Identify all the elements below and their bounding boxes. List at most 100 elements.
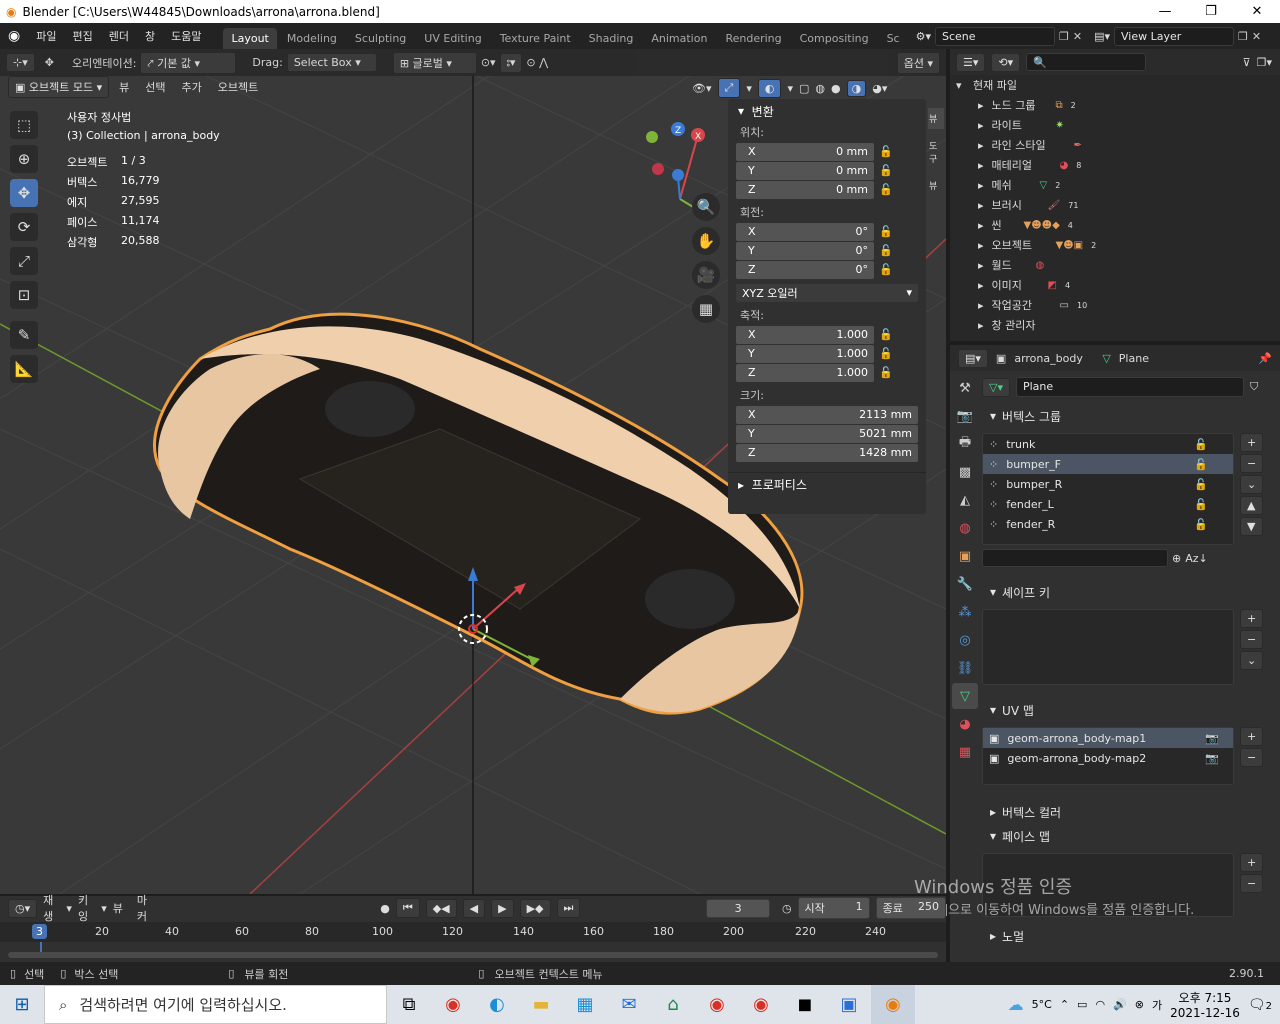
chrome-profile-icon[interactable]: ◉: [695, 985, 739, 1024]
tab-shading[interactable]: Shading: [581, 28, 642, 49]
view-layer-field[interactable]: View Layer: [1114, 26, 1235, 46]
overlay-toggle-icon[interactable]: ◐: [757, 78, 782, 98]
dimensions-y-field[interactable]: Y 5021 mm: [736, 424, 918, 443]
particles-tab-icon[interactable]: ⁂: [952, 599, 978, 625]
lock-icon[interactable]: 🔓: [874, 183, 898, 196]
move-icon[interactable]: ✥: [39, 56, 60, 69]
constraints-tab-icon[interactable]: ⛓: [952, 655, 978, 681]
delete-scene-icon[interactable]: ✕: [1073, 30, 1082, 43]
network-app-icon[interactable]: ⌂: [651, 985, 695, 1024]
mesh-data-name-field[interactable]: Plane: [1015, 377, 1244, 397]
start-frame-field[interactable]: 시작 1: [797, 897, 870, 919]
outliner-item[interactable]: ▸ 씬 ▼☻☻◆ 4: [950, 215, 1280, 235]
view-layer-icon[interactable]: ▤▾: [1094, 30, 1110, 43]
scale-y-field[interactable]: Y 1.000: [736, 344, 874, 363]
uv-maps-list[interactable]: ▣ geom-arrona_body-map1 📷 ▣ geom-arrona_bod…: [982, 727, 1234, 785]
weather-temp[interactable]: 5°C: [1032, 998, 1052, 1011]
material-shading-icon[interactable]: ◑: [846, 79, 867, 97]
tab-sculpting[interactable]: Sculpting: [347, 28, 414, 49]
rotation-z-field[interactable]: Z 0°: [736, 260, 874, 279]
filter-search-icon[interactable]: ⊕: [1172, 552, 1181, 565]
transform-orientation-dropdown[interactable]: ⊞ 글로벌 ▾: [392, 51, 477, 74]
wireframe-shading-icon[interactable]: ◍: [815, 82, 825, 95]
lock-icon[interactable]: 🔓: [874, 347, 898, 360]
pin-icon[interactable]: 📌: [1258, 352, 1272, 365]
lock-icon[interactable]: 🔓: [1194, 478, 1208, 491]
vertex-group-menu-button[interactable]: ⌄: [1240, 475, 1264, 494]
rendered-shading-icon[interactable]: ◕▾: [872, 82, 887, 95]
network-icon[interactable]: ▭: [1077, 998, 1087, 1011]
tab-layout[interactable]: Layout: [223, 28, 277, 49]
lock-icon[interactable]: 🔓: [874, 225, 898, 238]
new-scene-icon[interactable]: ❐: [1059, 30, 1069, 43]
lock-icon[interactable]: 🔓: [874, 145, 898, 158]
chevron-up-icon[interactable]: ⌃: [1060, 998, 1069, 1011]
frame-ruler[interactable]: 3 20 40 60 80 100 120 140 160 180 200 22…: [0, 922, 946, 942]
blender-taskbar-icon[interactable]: ◉: [871, 985, 915, 1024]
normals-header[interactable]: ▸ 노멀: [982, 925, 1278, 947]
view-layer-tab-icon[interactable]: ▩: [952, 459, 978, 485]
clock[interactable]: 오후 7:15 2021-12-16: [1170, 989, 1240, 1020]
scale-x-field[interactable]: X 1.000: [736, 325, 874, 344]
output-tab-icon[interactable]: 🖶: [952, 431, 978, 457]
dimensions-z-field[interactable]: Z 1428 mm: [736, 443, 918, 462]
tab-animation[interactable]: Animation: [643, 28, 715, 49]
wifi-icon[interactable]: ◠: [1095, 998, 1105, 1011]
object-tab-icon[interactable]: ▣: [952, 543, 978, 569]
tab-modeling[interactable]: Modeling: [279, 28, 345, 49]
new-view-layer-icon[interactable]: ❐: [1238, 30, 1248, 43]
menu-window[interactable]: 창: [137, 28, 163, 44]
camera-icon[interactable]: 🎥: [692, 261, 720, 289]
windows-start-icon[interactable]: ⊞: [0, 985, 44, 1024]
select-box-tool[interactable]: ⬚: [10, 111, 38, 139]
outliner-item[interactable]: ▸ 월드 ◍: [950, 255, 1280, 275]
outliner-search-input[interactable]: 🔍: [1026, 53, 1147, 71]
play-icon[interactable]: ▶: [491, 898, 514, 918]
jump-start-icon[interactable]: ⏮: [395, 898, 420, 918]
modifier-tab-icon[interactable]: 🔧: [952, 571, 978, 597]
scene-tab-icon[interactable]: ◭: [952, 487, 978, 513]
xray-icon[interactable]: ▢: [799, 82, 809, 95]
orientation-dropdown[interactable]: ⤤ 기본 값 ▾: [140, 51, 237, 74]
mute-indicator-icon[interactable]: ⊗: [1135, 998, 1144, 1011]
game-app-icon[interactable]: ◼: [783, 985, 827, 1024]
menu-file[interactable]: 파일: [28, 28, 64, 44]
shape-key-menu-button[interactable]: ⌄: [1240, 651, 1264, 670]
tool-tab-icon[interactable]: ⚒: [952, 375, 978, 401]
outliner-item[interactable]: ▸ 라인 스타일 ✒: [950, 135, 1280, 155]
end-frame-field[interactable]: 종료 250: [875, 897, 946, 919]
timeline-view-menu[interactable]: 뷰: [113, 900, 123, 916]
lock-icon[interactable]: 🔓: [874, 244, 898, 257]
editor-type-icon[interactable]: ⊹▾: [6, 53, 35, 72]
scale-z-field[interactable]: Z 1.000: [736, 363, 874, 382]
outliner-item[interactable]: ▸ 오브젝트 ▼☻▣ 2: [950, 235, 1280, 255]
prev-keyframe-icon[interactable]: ◆◀: [425, 898, 457, 918]
lock-icon[interactable]: 🔓: [874, 328, 898, 341]
sidebar-tab-tool[interactable]: 도구: [928, 135, 944, 169]
camera-render-icon[interactable]: 📷: [1205, 732, 1219, 745]
outliner-item[interactable]: ▸ 창 관리자: [950, 315, 1280, 335]
tab-texture-paint[interactable]: Texture Paint: [492, 28, 579, 49]
record-icon[interactable]: ●: [380, 902, 390, 915]
list-item[interactable]: ⁘ fender_R 🔓: [983, 514, 1233, 534]
rotation-x-field[interactable]: X 0°: [736, 222, 874, 241]
gizmo-dropdown-icon[interactable]: ▾: [746, 82, 752, 95]
display-mode-icon[interactable]: ⟲▾: [991, 52, 1021, 72]
shape-keys-list[interactable]: [982, 609, 1234, 685]
list-item[interactable]: ⁘ bumper_F 🔓: [983, 454, 1233, 474]
menu-edit[interactable]: 편집: [64, 28, 100, 44]
lock-icon[interactable]: 🔓: [1194, 518, 1208, 531]
outliner-item[interactable]: ▸ 노드 그룹 ⧉ 2: [950, 95, 1280, 115]
options-dropdown[interactable]: 옵션 ▾: [896, 51, 940, 74]
play-reverse-icon[interactable]: ◀: [462, 898, 486, 918]
remove-vertex-group-button[interactable]: −: [1240, 454, 1264, 473]
menu-render[interactable]: 렌더: [101, 28, 137, 44]
add-face-map-button[interactable]: +: [1240, 853, 1264, 872]
sidebar-tab-view[interactable]: 뷰: [928, 175, 944, 196]
tab-compositing[interactable]: Compositing: [792, 28, 877, 49]
clock-icon[interactable]: ◷: [782, 902, 792, 915]
snap-icon[interactable]: ⦂▾: [499, 52, 523, 73]
cursor-tool[interactable]: ⊕: [10, 145, 38, 173]
timeline-editor-icon[interactable]: ◷▾: [8, 898, 38, 918]
lock-icon[interactable]: 🔓: [1194, 438, 1208, 451]
